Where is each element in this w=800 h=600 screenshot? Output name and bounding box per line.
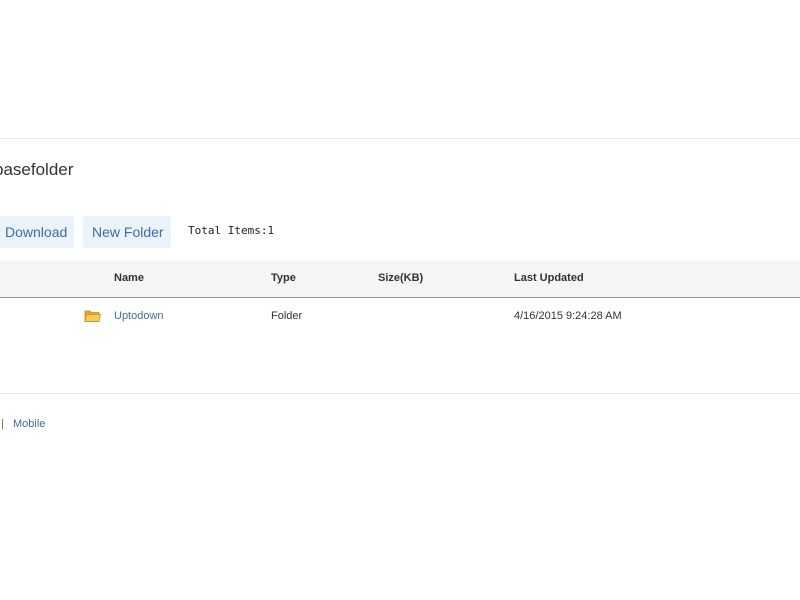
page-title: basefolder [0, 160, 74, 179]
column-header-size[interactable]: Size(KB) [378, 272, 423, 284]
download-button[interactable]: Download [0, 216, 74, 248]
folder-icon [84, 309, 101, 323]
total-items: Total Items:1 [188, 224, 274, 237]
new-folder-button[interactable]: New Folder [83, 216, 171, 248]
bottom-divider [0, 393, 800, 394]
column-header-last-updated[interactable]: Last Updated [514, 272, 584, 284]
folder-name-link[interactable]: Uptodown [114, 310, 164, 322]
footer-separator: | [1, 418, 4, 430]
cell-last-updated: 4/16/2015 9:24:28 AM [514, 310, 622, 322]
column-header-type[interactable]: Type [271, 272, 296, 284]
cell-type: Folder [271, 310, 303, 322]
total-items-count: 1 [267, 224, 275, 237]
column-header-name[interactable]: Name [114, 272, 144, 284]
total-items-label: Total Items: [188, 224, 268, 237]
footer-mobile-link[interactable]: Mobile [13, 418, 45, 430]
top-divider [0, 138, 800, 139]
